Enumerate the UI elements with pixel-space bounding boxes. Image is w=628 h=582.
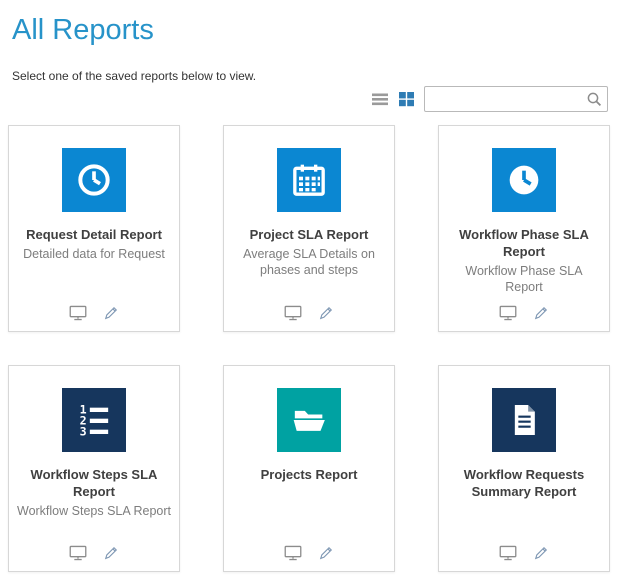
- report-tile: [492, 148, 556, 212]
- report-subtitle: Detailed data for Request: [15, 246, 173, 262]
- pencil-icon[interactable]: [102, 304, 120, 322]
- grid-view-icon[interactable]: [398, 91, 415, 107]
- report-tile: 1 2 3: [62, 388, 126, 452]
- report-subtitle: Workflow Steps SLA Report: [9, 503, 179, 519]
- report-subtitle: Average SLA Details on phases and steps: [224, 246, 394, 279]
- search-input[interactable]: [431, 88, 586, 110]
- card-actions: [224, 304, 394, 322]
- monitor-icon[interactable]: [498, 544, 518, 562]
- card-actions: [9, 304, 179, 322]
- page-subtitle: Select one of the saved reports below to…: [10, 69, 618, 83]
- search-box: [424, 86, 608, 112]
- card-actions: [439, 544, 609, 562]
- clock-outline-icon: [74, 160, 114, 200]
- report-tile: [62, 148, 126, 212]
- report-tile: [277, 148, 341, 212]
- monitor-icon[interactable]: [498, 304, 518, 322]
- clock-solid-icon: [504, 160, 544, 200]
- card-actions: [224, 544, 394, 562]
- pencil-icon[interactable]: [317, 304, 335, 322]
- monitor-icon[interactable]: [68, 544, 88, 562]
- report-title: Workflow Phase SLA Report: [439, 227, 609, 261]
- document-icon: [504, 400, 544, 440]
- monitor-icon[interactable]: [283, 544, 303, 562]
- report-title: Workflow Requests Summary Report: [439, 467, 609, 501]
- report-title: Workflow Steps SLA Report: [9, 467, 179, 501]
- report-card-grid: Request Detail Report Detailed data for …: [8, 125, 610, 572]
- card-actions: [9, 544, 179, 562]
- report-card[interactable]: 1 2 3 Workflow Steps SLA Report Workflow…: [8, 365, 180, 572]
- report-card[interactable]: Request Detail Report Detailed data for …: [8, 125, 180, 332]
- pencil-icon[interactable]: [317, 544, 335, 562]
- report-tile: [492, 388, 556, 452]
- report-title: Request Detail Report: [16, 227, 172, 244]
- report-tile: [277, 388, 341, 452]
- page-title: All Reports: [10, 14, 618, 47]
- report-card[interactable]: Workflow Phase SLA Report Workflow Phase…: [438, 125, 610, 332]
- monitor-icon[interactable]: [283, 304, 303, 322]
- svg-text:3: 3: [80, 424, 87, 438]
- list-view-icon[interactable]: [371, 91, 389, 107]
- open-folder-icon: [289, 400, 329, 440]
- monitor-icon[interactable]: [68, 304, 88, 322]
- report-subtitle: Workflow Phase SLA Report: [439, 263, 609, 296]
- report-title: Projects Report: [251, 467, 368, 484]
- view-toolbar: [371, 86, 608, 112]
- report-card[interactable]: Projects Report: [223, 365, 395, 572]
- card-actions: [439, 304, 609, 322]
- report-title: Project SLA Report: [240, 227, 379, 244]
- calendar-icon: [289, 160, 329, 200]
- pencil-icon[interactable]: [102, 544, 120, 562]
- pencil-icon[interactable]: [532, 544, 550, 562]
- report-card[interactable]: Workflow Requests Summary Report: [438, 365, 610, 572]
- all-reports-page: All Reports Select one of the saved repo…: [0, 0, 628, 83]
- pencil-icon[interactable]: [532, 304, 550, 322]
- search-icon[interactable]: [586, 91, 603, 108]
- numbered-list-icon: 1 2 3: [74, 400, 114, 440]
- report-card[interactable]: Project SLA Report Average SLA Details o…: [223, 125, 395, 332]
